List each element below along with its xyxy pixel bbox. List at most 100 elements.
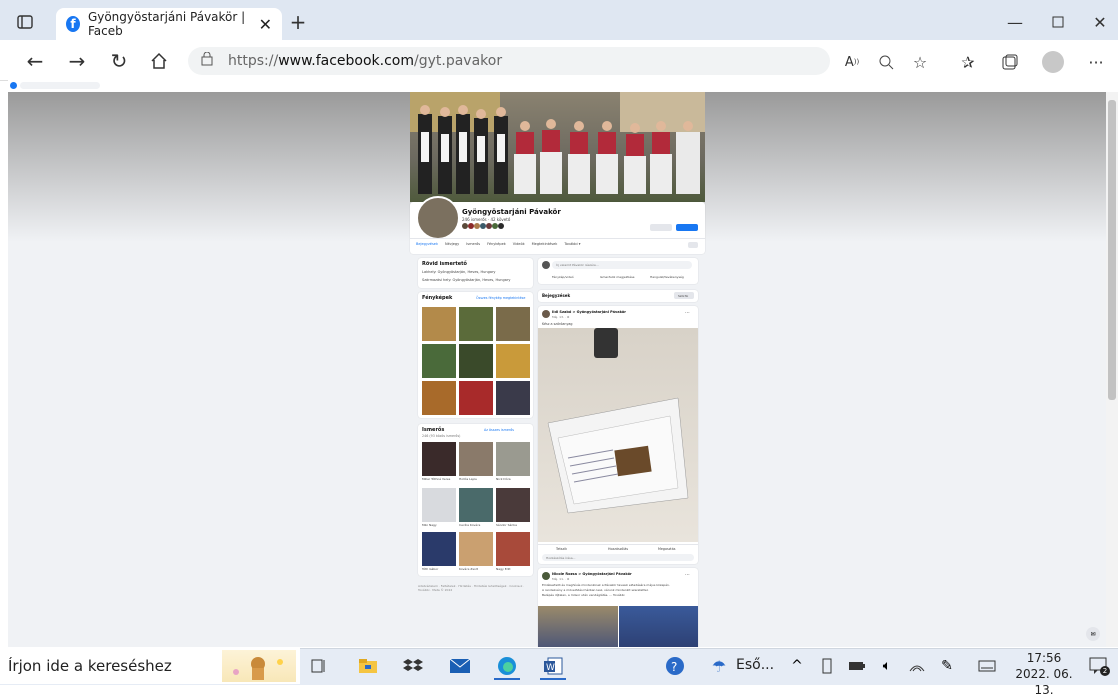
friend-name[interactable]: Nick Dóra bbox=[496, 477, 511, 481]
tab-actions-icon[interactable] bbox=[16, 14, 34, 30]
friends-button[interactable] bbox=[650, 224, 672, 231]
back-icon[interactable]: ← bbox=[24, 49, 46, 73]
friend-name[interactable]: Miki Nagy bbox=[422, 523, 437, 527]
friend-name[interactable]: Kovács Zsolt bbox=[459, 567, 478, 571]
feeling-button[interactable]: Hangulat/tevékenység bbox=[650, 275, 684, 279]
pen-icon[interactable]: ✎ bbox=[934, 654, 960, 678]
maximize-icon[interactable] bbox=[1048, 12, 1068, 32]
browser-tab[interactable]: f Gyöngyöstarjáni Pávakör | Faceb ✕ bbox=[56, 8, 282, 40]
all-photos-link[interactable]: Összes fénykép megtekintése bbox=[476, 296, 525, 300]
tab-photos[interactable]: Fényképek bbox=[487, 242, 506, 246]
favorites-icon[interactable]: ✰ bbox=[958, 52, 978, 72]
collections-icon[interactable] bbox=[1000, 52, 1020, 72]
photo-thumbnail[interactable] bbox=[496, 381, 530, 415]
friend-avatars[interactable] bbox=[462, 223, 504, 229]
tab-more[interactable]: További ▾ bbox=[564, 242, 580, 246]
tab-posts[interactable]: Bejegyzések bbox=[416, 242, 438, 246]
post-time[interactable]: Máj. 13. · ⚙ bbox=[552, 315, 570, 319]
clock[interactable]: 17:56 2022. 06. 13. bbox=[1014, 650, 1074, 698]
message-button[interactable] bbox=[676, 224, 698, 231]
friend-photo[interactable] bbox=[422, 488, 456, 522]
photo-thumbnail[interactable] bbox=[496, 307, 530, 341]
profile-avatar[interactable] bbox=[416, 196, 460, 240]
share-button[interactable]: Megosztás bbox=[658, 547, 675, 551]
composer-input[interactable]: Írj valamit Pávakör részére... bbox=[552, 261, 692, 269]
friend-name[interactable]: Miller Tóthné Veres bbox=[422, 477, 450, 481]
post-author[interactable]: Ildi Szabó > Gyöngyöstarjáni Pávakör bbox=[552, 310, 626, 314]
post-author-avatar[interactable] bbox=[542, 572, 550, 580]
post-options-icon[interactable]: ··· bbox=[685, 310, 690, 316]
friend-name[interactable]: Sándor Sárika bbox=[496, 523, 517, 527]
like-button[interactable]: Tetszik bbox=[556, 547, 567, 551]
info-icon[interactable] bbox=[200, 51, 214, 70]
new-tab-icon[interactable]: + bbox=[288, 10, 308, 34]
post-author-avatar[interactable] bbox=[542, 310, 550, 318]
facebook-logo-icon[interactable] bbox=[10, 82, 17, 89]
post-photo[interactable] bbox=[538, 606, 618, 647]
friend-photo[interactable] bbox=[422, 532, 456, 566]
facebook-search-input[interactable] bbox=[20, 82, 100, 89]
zoom-icon[interactable] bbox=[876, 52, 896, 72]
friend-name[interactable]: Hollós Lajos bbox=[459, 477, 477, 481]
notifications-icon[interactable]: 2 bbox=[1088, 656, 1110, 676]
weather-text[interactable]: Eső... bbox=[736, 657, 774, 673]
chat-icon[interactable]: ✉ bbox=[1086, 627, 1100, 641]
wifi-icon[interactable] bbox=[904, 654, 930, 678]
dropbox-icon[interactable] bbox=[400, 654, 426, 678]
photo-thumbnail[interactable] bbox=[422, 381, 456, 415]
friend-photo[interactable] bbox=[459, 488, 493, 522]
photo-thumbnail[interactable] bbox=[459, 381, 493, 415]
search-highlight-icon[interactable] bbox=[222, 650, 296, 682]
battery-icon[interactable] bbox=[844, 654, 870, 678]
tab-friends[interactable]: Ismerős bbox=[466, 242, 480, 246]
keyboard-icon[interactable] bbox=[974, 654, 1000, 678]
file-explorer-icon[interactable] bbox=[355, 654, 381, 678]
tab-about[interactable]: Névjegy bbox=[445, 242, 459, 246]
read-aloud-icon[interactable]: A)) bbox=[842, 52, 862, 72]
post-options-icon[interactable]: ··· bbox=[685, 572, 690, 578]
post-photo[interactable] bbox=[538, 328, 698, 542]
add-favorite-icon[interactable]: ☆ bbox=[910, 52, 930, 72]
post-author[interactable]: Nicole Rozsa > Gyöngyöstarjáni Pávakör bbox=[552, 572, 632, 576]
filters-button[interactable]: Szűrők bbox=[674, 292, 694, 299]
friend-photo[interactable] bbox=[496, 488, 530, 522]
tab-videos[interactable]: Videók bbox=[513, 242, 525, 246]
forward-icon[interactable]: → bbox=[66, 49, 88, 73]
post-photo[interactable] bbox=[619, 606, 698, 647]
refresh-icon[interactable]: ↻ bbox=[108, 49, 130, 73]
weather-icon[interactable]: ☂ bbox=[706, 654, 732, 678]
comment-input[interactable]: Hozzászólás írása... bbox=[542, 554, 694, 561]
tab-checkins[interactable]: Megtekintések bbox=[532, 242, 558, 246]
tag-friends-button[interactable]: Ismerősök megjelölése bbox=[600, 275, 634, 279]
post-time[interactable]: Máj. 11. · ⚙ bbox=[552, 577, 570, 581]
more-icon[interactable]: ··· bbox=[1086, 52, 1106, 72]
minimize-icon[interactable]: — bbox=[1005, 12, 1025, 32]
friend-name[interactable]: Cecília Kovács bbox=[459, 523, 480, 527]
close-window-icon[interactable]: ✕ bbox=[1090, 12, 1110, 32]
comment-button[interactable]: Hozzászólás bbox=[608, 547, 628, 551]
meet-now-icon[interactable] bbox=[814, 654, 840, 678]
all-friends-link[interactable]: Az összes ismerős bbox=[484, 428, 514, 432]
friend-photo[interactable] bbox=[459, 532, 493, 566]
photo-video-button[interactable]: Fénykép/videó bbox=[552, 275, 574, 279]
more-options-button[interactable] bbox=[688, 242, 698, 248]
address-bar[interactable]: https://www.facebook.com/gyt.pavakor bbox=[188, 47, 830, 75]
photo-thumbnail[interactable] bbox=[422, 344, 456, 378]
edge-icon[interactable] bbox=[494, 654, 520, 680]
friend-photo[interactable] bbox=[422, 442, 456, 476]
friend-photo[interactable] bbox=[459, 442, 493, 476]
word-icon[interactable]: W bbox=[540, 654, 566, 680]
friend-photo[interactable] bbox=[496, 532, 530, 566]
photo-thumbnail[interactable] bbox=[459, 307, 493, 341]
home-icon[interactable] bbox=[148, 50, 170, 72]
friend-name[interactable]: Tóth Gábor bbox=[422, 567, 438, 571]
volume-icon[interactable]: 🔈︎ bbox=[874, 654, 900, 678]
photo-thumbnail[interactable] bbox=[459, 344, 493, 378]
profile-icon[interactable] bbox=[1042, 51, 1064, 73]
close-tab-icon[interactable]: ✕ bbox=[259, 15, 272, 34]
friend-photo[interactable] bbox=[496, 442, 530, 476]
help-icon[interactable]: ? bbox=[662, 654, 688, 678]
task-view-icon[interactable] bbox=[305, 654, 331, 678]
photo-thumbnail[interactable] bbox=[422, 307, 456, 341]
photo-thumbnail[interactable] bbox=[496, 344, 530, 378]
